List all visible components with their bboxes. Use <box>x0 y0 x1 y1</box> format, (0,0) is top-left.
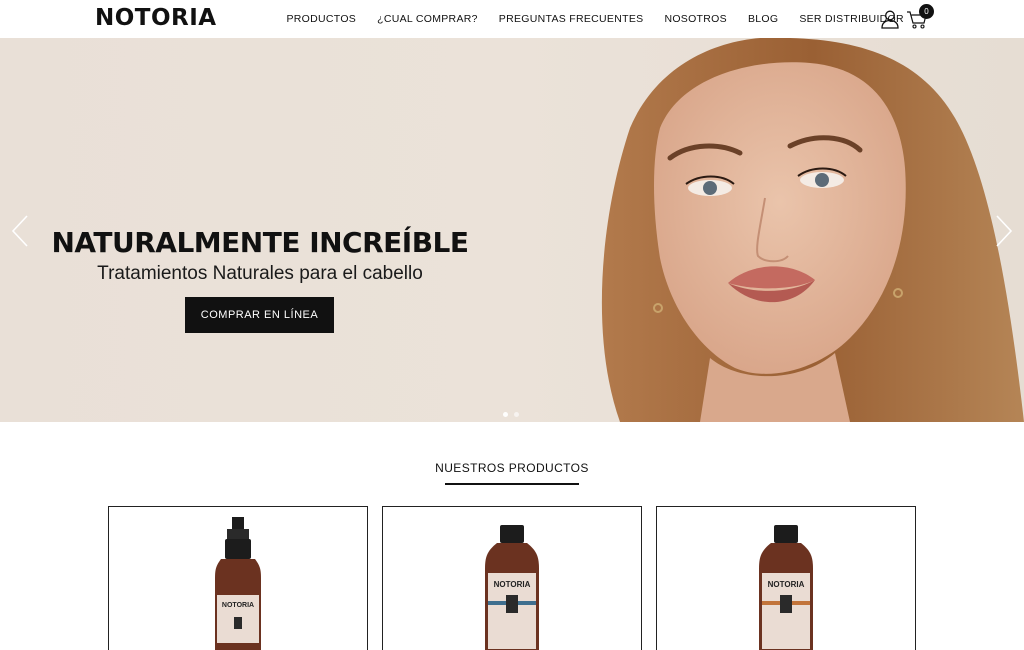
nav-blog[interactable]: BLOG <box>748 13 778 25</box>
product-card-shampoo-blue[interactable]: NOTORIA <box>382 506 642 650</box>
site-header: NOTORIA PRODUCTOS ¿CUAL COMPRAR? PREGUNT… <box>0 0 1024 38</box>
products-heading: NUESTROS PRODUCTOS <box>435 461 589 475</box>
product-card-shampoo-orange[interactable]: NOTORIA <box>656 506 916 650</box>
nav-cual-comprar[interactable]: ¿CUAL COMPRAR? <box>377 13 478 25</box>
nav-nosotros[interactable]: NOSOTROS <box>664 13 727 25</box>
site-logo[interactable]: NOTORIA <box>95 5 217 31</box>
hero-model-image <box>601 38 1024 422</box>
main-nav: PRODUCTOS ¿CUAL COMPRAR? PREGUNTAS FRECU… <box>276 0 914 38</box>
shampoo-blue-label-brand: NOTORIA <box>494 580 531 589</box>
spray-bottle-image: NOTORIA <box>215 517 261 650</box>
slider-dots <box>503 412 519 417</box>
shampoo-bottle-orange-image: NOTORIA <box>759 525 813 650</box>
shop-online-button[interactable]: COMPRAR EN LÍNEA <box>185 297 334 333</box>
slider-dot-1[interactable] <box>503 412 508 417</box>
nav-preguntas-frecuentes[interactable]: PREGUNTAS FRECUENTES <box>499 13 644 25</box>
shampoo-bottle-blue-image: NOTORIA <box>485 525 539 650</box>
product-card-spray[interactable]: NOTORIA <box>108 506 368 650</box>
spray-label-brand: NOTORIA <box>222 602 254 609</box>
shampoo-orange-label-brand: NOTORIA <box>768 580 805 589</box>
slider-dot-2[interactable] <box>514 412 519 417</box>
products-heading-underline <box>445 483 579 485</box>
nav-productos[interactable]: PRODUCTOS <box>287 13 357 25</box>
slider-prev-icon[interactable] <box>10 214 30 248</box>
hero-subtitle: Tratamientos Naturales para el cabello <box>97 263 423 284</box>
hero-title: NATURALMENTE INCREÍBLE <box>51 226 469 259</box>
slider-next-icon[interactable] <box>994 214 1014 248</box>
cart-count-badge[interactable]: 0 <box>919 4 934 19</box>
hero-slider: NATURALMENTE INCREÍBLE Tratamientos Natu… <box>0 38 1024 422</box>
user-icon[interactable] <box>880 9 900 29</box>
